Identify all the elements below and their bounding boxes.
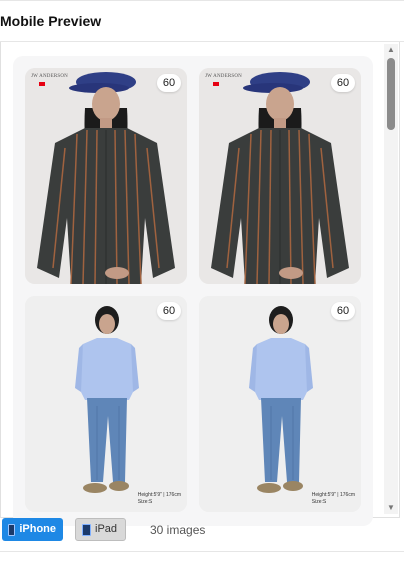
image-count-text: 30 images — [150, 523, 206, 537]
scroll-up-arrow-icon[interactable]: ▲ — [387, 46, 395, 54]
panel-header: Mobile Preview — [0, 0, 404, 42]
iphone-button[interactable]: iPhone — [2, 518, 63, 541]
product-photo-blue-shirt — [25, 296, 187, 512]
image-count-badge: 60 — [331, 302, 355, 320]
ipad-button[interactable]: iPad — [75, 518, 126, 541]
product-image-card[interactable]: 60 Height:5'9" | 176cm Size:S — [25, 296, 187, 512]
product-photo-striped-shirt — [199, 68, 361, 284]
preview-viewport[interactable]: JW ANDERSON 60 JW ANDERSON 60 60 Height:… — [0, 42, 400, 526]
device-toolbar: iPhone iPad 30 images — [0, 518, 404, 552]
product-photo-striped-shirt — [25, 68, 187, 284]
model-height-text: Height:5'9" | 176cm — [137, 492, 181, 498]
brand-label: JW ANDERSON — [205, 74, 242, 79]
image-grid: JW ANDERSON 60 JW ANDERSON 60 60 Height:… — [25, 68, 361, 512]
model-size-text: Size:S — [311, 499, 327, 505]
ipad-button-label: iPad — [95, 523, 118, 535]
mobile-preview-panel: Mobile Preview JW ANDERSON 60 JW ANDERSO… — [0, 0, 404, 582]
model-height-text: Height:5'9" | 176cm — [311, 492, 355, 498]
phone-icon — [8, 523, 16, 536]
brand-logo — [213, 82, 219, 86]
scrollbar-thumb[interactable] — [387, 58, 395, 130]
image-count-badge: 60 — [157, 74, 181, 92]
product-image-card[interactable]: 60 Height:5'9" | 176cm Size:S — [199, 296, 361, 512]
vertical-scrollbar[interactable]: ▲ ▼ — [384, 44, 398, 514]
image-count-badge: 60 — [157, 302, 181, 320]
image-count-badge: 60 — [331, 74, 355, 92]
model-size-caption: Height:5'9" | 176cm Size:S — [138, 492, 181, 506]
scroll-down-arrow-icon[interactable]: ▼ — [387, 504, 395, 512]
tablet-icon — [82, 523, 91, 536]
iphone-button-label: iPhone — [19, 523, 56, 535]
brand-logo — [39, 82, 45, 86]
product-image-card[interactable]: JW ANDERSON 60 — [25, 68, 187, 284]
model-size-caption: Height:5'9" | 176cm Size:S — [312, 492, 355, 506]
brand-label: JW ANDERSON — [31, 74, 68, 79]
phone-frame: JW ANDERSON 60 JW ANDERSON 60 60 Height:… — [13, 56, 373, 526]
product-image-card[interactable]: JW ANDERSON 60 — [199, 68, 361, 284]
page-title: Mobile Preview — [0, 13, 102, 29]
model-size-text: Size:S — [137, 499, 153, 505]
product-photo-blue-shirt — [199, 296, 361, 512]
